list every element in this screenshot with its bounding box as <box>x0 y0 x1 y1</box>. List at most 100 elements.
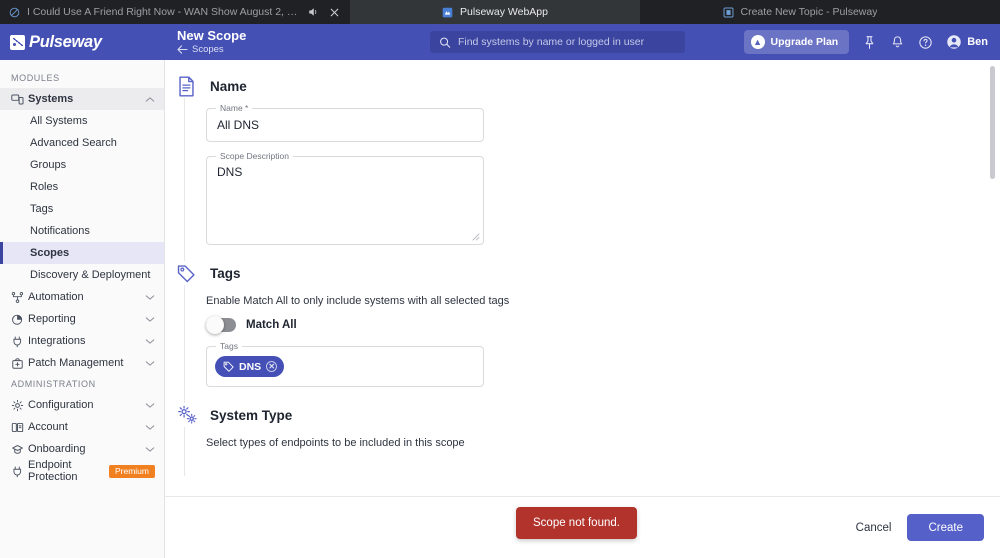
help-icon[interactable] <box>918 35 933 50</box>
breadcrumb-back-scopes[interactable]: Scopes <box>177 43 430 56</box>
browser-tab-create-new-topic[interactable]: Create New Topic - Pulseway <box>640 0 960 24</box>
main-content: Name Name * Scope Description <box>165 60 1000 558</box>
tag-chip-dns[interactable]: DNS ✕ <box>215 356 285 377</box>
avatar-icon <box>946 34 962 50</box>
patch-icon <box>11 357 28 370</box>
breadcrumb-label: Scopes <box>192 44 224 55</box>
reporting-icon <box>11 313 28 326</box>
browser-tab-strip: I Could Use A Friend Right Now - WAN Sho… <box>0 0 1000 24</box>
sidebar-item-all-systems[interactable]: All Systems <box>0 110 164 132</box>
gear-icon <box>11 399 28 412</box>
sidebar-item-systems[interactable]: Systems <box>0 88 164 110</box>
document-icon <box>177 75 199 97</box>
sidebar-item-label: Reporting <box>28 313 76 325</box>
section-tags-header: Tags <box>165 261 1000 285</box>
search-input[interactable] <box>457 36 676 48</box>
pulseway-logo[interactable]: Pulseway <box>0 33 165 52</box>
chevron-up-icon <box>145 96 155 103</box>
tab-close-icon[interactable] <box>327 5 341 19</box>
tag-chip-label: DNS <box>239 360 262 373</box>
tag-icon <box>177 264 199 283</box>
sidebar-item-label: Integrations <box>28 335 86 347</box>
onboarding-icon <box>11 443 28 456</box>
name-field[interactable]: Name * <box>206 103 484 142</box>
match-all-toggle[interactable] <box>206 316 236 334</box>
section-system-type: System Type Select types of endpoints to… <box>165 403 1000 476</box>
sidebar-item-configuration[interactable]: Configuration <box>0 394 164 416</box>
sidebar-item-label: Onboarding <box>28 443 86 455</box>
sidebar-item-discovery-deployment[interactable]: Discovery & Deployment <box>0 264 164 286</box>
sidebar-item-tags[interactable]: Tags <box>0 198 164 220</box>
account-icon <box>11 421 28 434</box>
sidebar-item-label: Systems <box>28 93 74 105</box>
section-system-type-header: System Type <box>165 403 1000 427</box>
sidebar-item-groups[interactable]: Groups <box>0 154 164 176</box>
automation-icon <box>11 291 28 304</box>
pin-icon[interactable] <box>862 35 877 50</box>
sidebar-item-notifications[interactable]: Notifications <box>0 220 164 242</box>
sidebar-item-label: Scopes <box>30 247 70 259</box>
sidebar-item-account[interactable]: Account <box>0 416 164 438</box>
user-menu[interactable]: Ben <box>946 34 988 50</box>
name-input[interactable] <box>207 118 483 132</box>
gears-icon <box>177 405 199 425</box>
form-scroll-area: Name Name * Scope Description <box>165 60 1000 496</box>
sidebar-item-scopes[interactable]: Scopes <box>0 242 164 264</box>
upgrade-plan-button[interactable]: ▲ Upgrade Plan <box>743 30 850 54</box>
tag-icon <box>223 361 234 372</box>
pulseway-logo-mark <box>10 34 25 50</box>
sidebar-item-label: Endpoint Protection <box>28 459 78 483</box>
sidebar-item-integrations[interactable]: Integrations <box>0 330 164 352</box>
sidebar-item-label: Notifications <box>30 225 90 237</box>
sidebar-item-patch-management[interactable]: Patch Management <box>0 352 164 374</box>
system-type-help-text: Select types of endpoints to be included… <box>206 437 465 449</box>
create-button[interactable]: Create <box>907 514 984 541</box>
page-title: New Scope <box>177 28 247 43</box>
browser-tab-pulseway-webapp[interactable]: Pulseway WebApp <box>350 0 640 24</box>
systems-icon <box>11 93 28 106</box>
sidebar-item-label: Automation <box>28 291 84 303</box>
browser-tab-title: Create New Topic - Pulseway <box>740 6 878 18</box>
upgrade-plan-label: Upgrade Plan <box>770 36 839 48</box>
sidebar-item-advanced-search[interactable]: Advanced Search <box>0 132 164 154</box>
page-title-block: New Scope Scopes <box>165 28 430 56</box>
tab-mute-icon[interactable] <box>306 5 320 19</box>
arrow-up-circle-icon: ▲ <box>750 35 765 49</box>
sidebar-item-label: Configuration <box>28 399 94 411</box>
description-field-legend: Scope Description <box>216 151 293 161</box>
sidebar: MODULES Systems All Systems Advanced Sea… <box>0 60 165 558</box>
error-toast: Scope not found. <box>516 507 637 539</box>
browser-tab-floatplane[interactable]: I Could Use A Friend Right Now - WAN Sho… <box>0 0 350 24</box>
description-textarea[interactable] <box>207 157 483 244</box>
chevron-down-icon <box>145 338 155 345</box>
global-search[interactable] <box>430 31 685 53</box>
pulseway-forum-favicon <box>723 7 734 18</box>
section-name: Name Name * Scope Description <box>165 74 1000 261</box>
browser-tab-title: I Could Use A Friend Right Now - WAN Sho… <box>27 6 299 18</box>
sidebar-item-reporting[interactable]: Reporting <box>0 308 164 330</box>
scrollbar-thumb[interactable] <box>990 66 995 179</box>
tags-field[interactable]: Tags DNS ✕ <box>206 341 484 387</box>
sidebar-item-endpoint-protection[interactable]: Endpoint Protection Premium <box>0 459 164 483</box>
sidebar-item-roles[interactable]: Roles <box>0 176 164 198</box>
user-name: Ben <box>967 36 988 48</box>
sidebar-item-label: Tags <box>30 203 54 215</box>
app-header: Pulseway New Scope Scopes ▲ Upgrade Plan <box>0 24 1000 60</box>
sidebar-item-automation[interactable]: Automation <box>0 286 164 308</box>
chevron-down-icon <box>145 446 155 453</box>
muted-icon <box>9 7 20 18</box>
pulseway-favicon <box>442 7 453 18</box>
sidebar-item-label: Discovery & Deployment <box>30 269 151 281</box>
chevron-down-icon <box>145 402 155 409</box>
chevron-down-icon <box>145 360 155 367</box>
cancel-button[interactable]: Cancel <box>856 522 892 534</box>
sidebar-item-onboarding[interactable]: Onboarding <box>0 438 164 460</box>
bell-icon[interactable] <box>890 35 905 50</box>
arrow-left-icon <box>177 45 188 54</box>
name-field-legend: Name * <box>216 103 253 113</box>
description-field[interactable]: Scope Description <box>206 151 484 245</box>
sidebar-item-label: Groups <box>30 159 67 171</box>
browser-tab-title: Pulseway WebApp <box>460 6 548 18</box>
section-name-header: Name <box>165 74 1000 98</box>
close-icon[interactable]: ✕ <box>266 361 278 372</box>
